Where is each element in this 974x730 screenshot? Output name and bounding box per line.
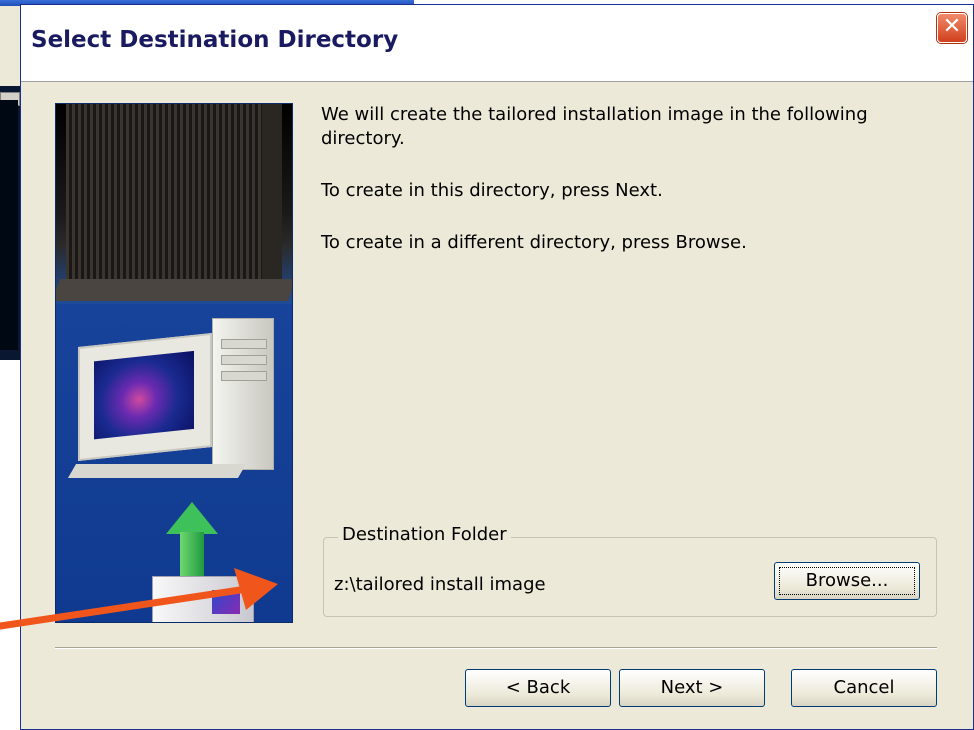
instructions: We will create the tailored installation… (321, 103, 931, 283)
back-button-label: < Back (505, 677, 571, 698)
select-destination-dialog: Select Destination Directory ✕ We will c… (20, 4, 974, 730)
background-window-content (0, 100, 18, 350)
browse-button[interactable]: Browse... (774, 562, 920, 600)
install-box-icon (142, 502, 272, 622)
next-button-label: Next > (660, 677, 724, 698)
back-button[interactable]: < Back (465, 669, 611, 707)
instruction-text-2: To create in this directory, press Next. (321, 180, 663, 201)
close-icon: ✕ (942, 14, 962, 39)
close-button[interactable]: ✕ (937, 13, 967, 43)
next-button[interactable]: Next > (619, 669, 765, 707)
dialog-title: Select Destination Directory (31, 27, 399, 53)
focus-rectangle (779, 567, 915, 595)
destination-path: z:\tailored install image (334, 574, 546, 595)
setup-illustration (55, 103, 293, 623)
destination-folder-label: Destination Folder (338, 524, 511, 545)
button-separator (55, 647, 937, 649)
cancel-button[interactable]: Cancel (791, 669, 937, 707)
dialog-body: We will create the tailored installation… (21, 81, 973, 729)
computer-illustration-icon (67, 318, 282, 488)
background-window-panel (0, 6, 20, 106)
instruction-text-3: To create in a different directory, pres… (321, 232, 747, 253)
cancel-button-label: Cancel (833, 677, 895, 698)
destination-folder-group: Destination Folder z:\tailored install i… (323, 524, 937, 617)
instruction-text-1: We will create the tailored installation… (321, 104, 868, 149)
server-illustration-icon (56, 104, 292, 304)
dialog-header: Select Destination Directory ✕ (21, 5, 973, 82)
